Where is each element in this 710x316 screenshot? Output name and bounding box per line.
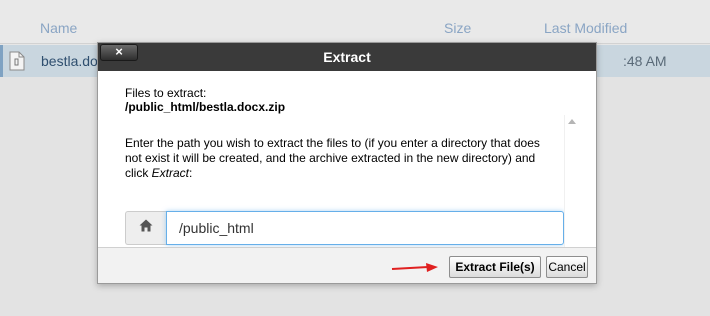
cancel-button[interactable]: Cancel — [546, 256, 588, 278]
files-to-extract-label: Files to extract: — [125, 86, 207, 100]
dialog-body: Files to extract: /public_html/bestla.do… — [98, 71, 596, 257]
home-directory-addon[interactable] — [125, 211, 166, 245]
dialog-footer: Extract File(s) Cancel — [98, 247, 596, 283]
home-icon — [139, 219, 153, 237]
close-button[interactable]: × — [100, 44, 138, 61]
instructions-extract-word: Extract — [151, 166, 190, 180]
zip-file-icon — [9, 51, 25, 76]
extract-path-input[interactable] — [166, 211, 564, 245]
file-list-header: Name Size Last Modified — [0, 0, 710, 44]
files-to-extract-path: /public_html/bestla.docx.zip — [125, 100, 286, 114]
dialog-titlebar[interactable]: Extract × — [98, 43, 596, 71]
red-arrow-icon — [390, 261, 440, 279]
instructions-colon: : — [189, 166, 193, 180]
extract-path-group — [125, 211, 564, 245]
file-row-modified: :48 AM — [623, 53, 667, 69]
scroll-up-arrow-icon[interactable] — [568, 119, 576, 124]
extract-dialog: Extract × Files to extract: /public_html… — [97, 42, 597, 284]
close-icon: × — [115, 44, 123, 59]
extract-files-button[interactable]: Extract File(s) — [449, 256, 541, 278]
column-header-size[interactable]: Size — [444, 20, 471, 36]
dialog-title: Extract — [323, 49, 371, 65]
extract-instructions: Enter the path you wish to extract the f… — [125, 136, 545, 181]
column-header-name[interactable]: Name — [40, 20, 77, 36]
dialog-scrollbar[interactable] — [564, 115, 580, 257]
column-header-last-modified[interactable]: Last Modified — [544, 20, 627, 36]
